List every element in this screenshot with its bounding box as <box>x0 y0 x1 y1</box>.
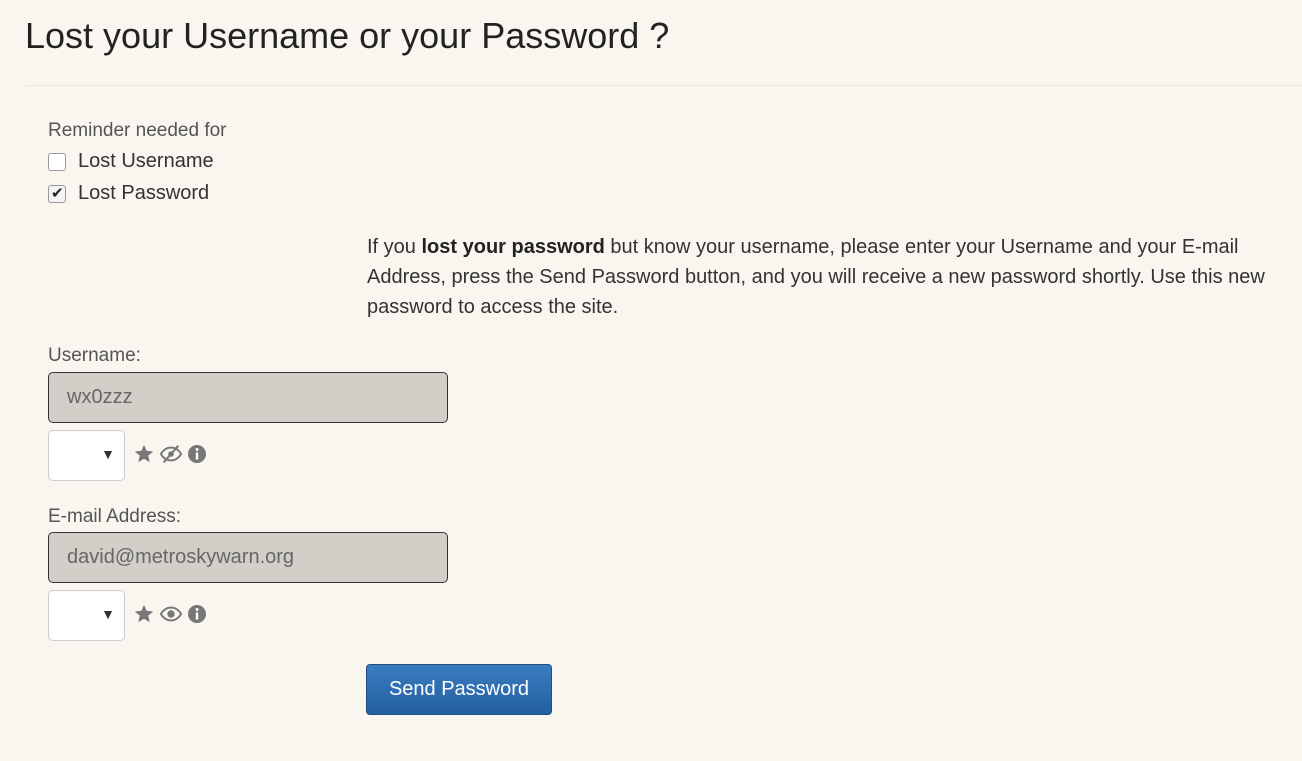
info-icon[interactable] <box>187 444 207 464</box>
star-icon[interactable] <box>133 443 155 465</box>
page-title: Lost your Username or your Password ? <box>25 15 670 56</box>
lost-username-checkbox[interactable] <box>48 152 66 171</box>
email-label: E-mail Address: <box>48 506 182 527</box>
instructions-bold: lost your password <box>421 236 605 258</box>
lost-username-option[interactable]: Lost Username <box>48 150 214 173</box>
instructions-text: If you lost your password but know your … <box>367 232 1282 322</box>
username-input[interactable] <box>48 372 448 423</box>
email-icons <box>133 603 207 625</box>
lost-password-label: Lost Password <box>78 182 210 204</box>
star-icon[interactable] <box>133 603 155 625</box>
eye-icon[interactable] <box>159 603 183 625</box>
send-password-button[interactable]: Send Password <box>366 664 552 715</box>
email-privacy-select[interactable]: ▼ <box>48 590 125 641</box>
reminder-label: Reminder needed for <box>48 120 227 141</box>
username-privacy-select[interactable]: ▼ <box>48 430 125 481</box>
lost-username-label: Lost Username <box>78 150 214 172</box>
username-icons <box>133 443 207 465</box>
chevron-down-icon: ▼ <box>101 606 115 622</box>
title-divider <box>26 85 1302 86</box>
username-label: Username: <box>48 345 141 366</box>
instructions-prefix: If you <box>367 236 422 258</box>
email-input[interactable] <box>48 532 448 583</box>
lost-credentials-page: Lost your Username or your Password ? Re… <box>0 0 1302 761</box>
info-icon[interactable] <box>187 604 207 624</box>
lost-password-option[interactable]: Lost Password <box>48 182 209 205</box>
eye-slash-icon[interactable] <box>159 443 183 465</box>
lost-password-checkbox[interactable] <box>48 184 66 203</box>
chevron-down-icon: ▼ <box>101 446 115 462</box>
